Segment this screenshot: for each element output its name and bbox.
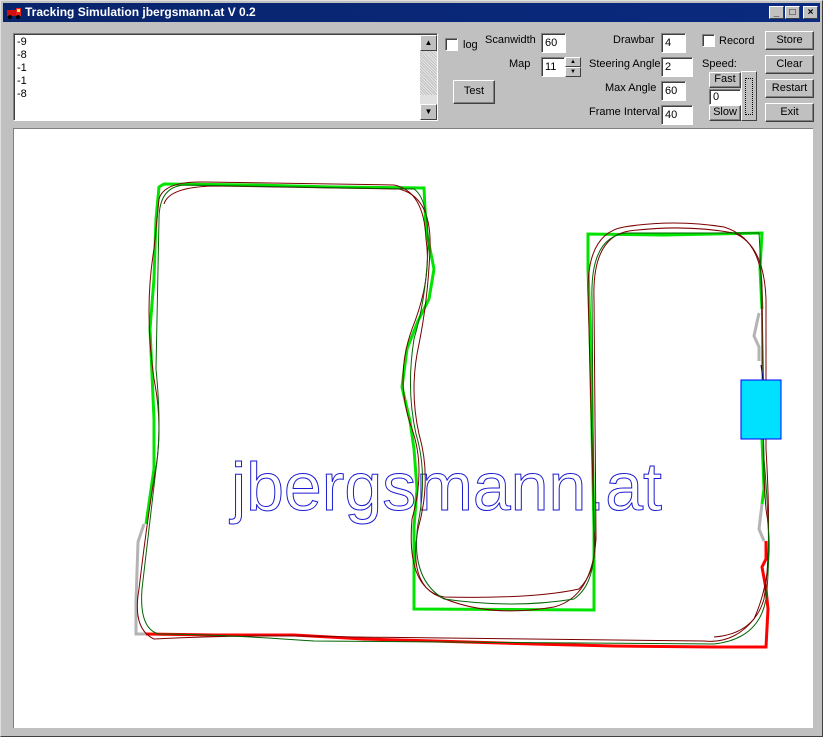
log-label: log — [463, 39, 478, 51]
vehicle-path-darkred — [136, 181, 770, 642]
map-input[interactable]: 11 — [541, 57, 565, 77]
track-gray-segment — [752, 312, 761, 361]
scanwidth-label: Scanwidth — [485, 34, 536, 46]
test-button[interactable]: Test — [453, 80, 495, 104]
scanwidth-input[interactable]: 60 — [541, 33, 566, 53]
map-spinner[interactable]: ▲ ▼ — [565, 57, 581, 77]
minimize-button[interactable]: _ — [769, 6, 784, 19]
steering-angle-input[interactable]: 2 — [661, 57, 693, 77]
log-line: -1 — [17, 75, 27, 87]
vehicle-path-darkgreen — [141, 184, 770, 645]
store-button[interactable]: Store — [765, 31, 814, 50]
log-lines: -9 -8 -1 -1 -8 — [17, 36, 27, 101]
scroll-up-icon[interactable]: ▲ — [420, 35, 437, 51]
spin-down-icon[interactable]: ▼ — [565, 67, 581, 77]
steering-angle-label: Steering Angle — [589, 58, 661, 70]
close-button[interactable]: × — [803, 6, 818, 19]
simulation-svg: jbergsmann.at — [134, 181, 782, 649]
slider-grip[interactable] — [745, 78, 753, 115]
minimize-icon: _ — [773, 7, 780, 18]
clear-button[interactable]: Clear — [765, 55, 814, 74]
close-icon: × — [807, 7, 814, 18]
scroll-thumb[interactable] — [420, 51, 437, 95]
log-line: -1 — [17, 62, 27, 74]
watermark-text: jbergsmann.at — [229, 449, 662, 525]
simulation-canvas[interactable]: jbergsmann.at — [13, 128, 813, 728]
spin-up-icon[interactable]: ▲ — [565, 57, 581, 67]
max-angle-input[interactable]: 60 — [661, 81, 686, 101]
frame-interval-label: Frame Interval — [589, 106, 660, 118]
record-checkbox[interactable] — [702, 34, 715, 47]
track-green-segment — [144, 182, 764, 612]
log-scrollbar[interactable]: ▲ ▼ — [420, 35, 437, 120]
slow-button[interactable]: Slow — [709, 105, 741, 121]
drawbar-label: Drawbar — [613, 34, 655, 46]
maximize-button[interactable]: □ — [785, 6, 800, 19]
log-line: -8 — [17, 49, 27, 61]
vehicle-body[interactable] — [740, 379, 782, 440]
restart-button[interactable]: Restart — [765, 79, 814, 98]
track-gray-segment — [134, 523, 146, 636]
record-label: Record — [719, 35, 755, 47]
log-line: -9 — [17, 36, 27, 48]
track-red-segment — [145, 541, 770, 649]
title-bar[interactable]: Tracking Simulation jbergsmann.at V 0.2 … — [3, 3, 820, 22]
maximize-icon: □ — [789, 7, 796, 18]
log-line: -8 — [17, 88, 27, 100]
main-window: Tracking Simulation jbergsmann.at V 0.2 … — [0, 0, 823, 737]
drawbar-input[interactable]: 4 — [661, 33, 686, 53]
speed-value[interactable]: 0 — [709, 89, 741, 105]
max-angle-label: Max Angle — [605, 82, 657, 94]
speed-slider[interactable] — [741, 71, 757, 121]
app-icon — [7, 8, 21, 19]
frame-interval-input[interactable]: 40 — [661, 105, 693, 125]
exit-button[interactable]: Exit — [765, 103, 814, 122]
track-gray-segment — [757, 503, 766, 542]
fast-button[interactable]: Fast — [709, 72, 741, 88]
map-label: Map — [509, 58, 531, 70]
scroll-down-icon[interactable]: ▼ — [420, 104, 437, 120]
vehicle-path-darkred-2 — [163, 185, 770, 638]
log-checkbox[interactable] — [445, 38, 458, 51]
window-title: Tracking Simulation jbergsmann.at V 0.2 — [25, 5, 256, 19]
speed-label: Speed: — [702, 58, 737, 70]
log-listbox[interactable]: -9 -8 -1 -1 -8 ▲ ▼ — [13, 33, 438, 121]
